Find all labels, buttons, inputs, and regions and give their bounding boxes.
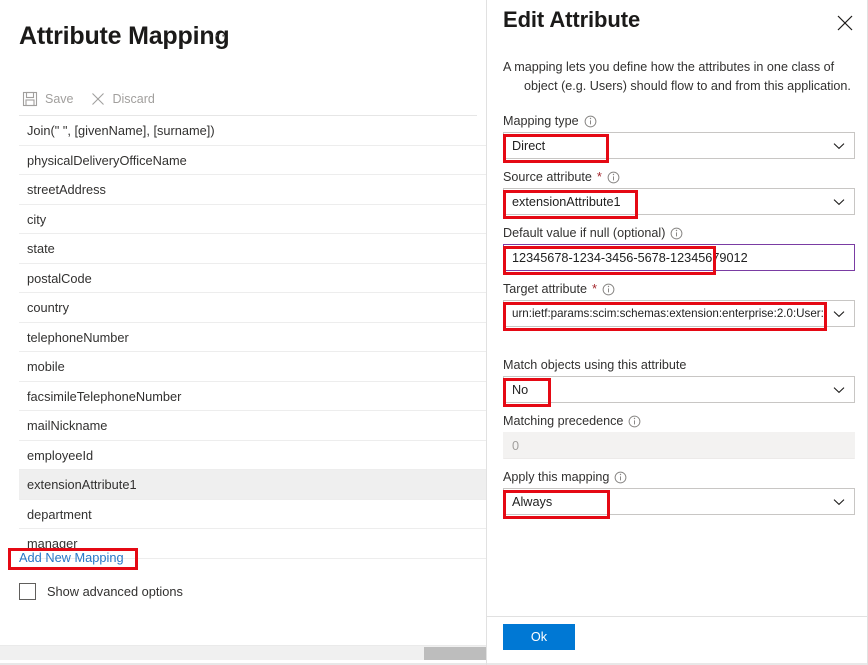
discard-button[interactable]: Discard (87, 88, 164, 110)
save-button-label: Save (45, 92, 74, 106)
info-icon[interactable] (614, 471, 627, 484)
save-button[interactable]: Save (19, 88, 83, 110)
toolbar: Save Discard (19, 88, 164, 110)
list-item[interactable]: Join(" ", [givenName], [surname]) (19, 116, 487, 146)
edit-attribute-title: Edit Attribute (503, 7, 641, 32)
info-icon[interactable] (584, 115, 597, 128)
field-default-value: Default value if null (optional) 1234567… (503, 226, 855, 275)
source-attribute-value: extensionAttribute1 (512, 194, 621, 209)
list-item[interactable]: mailNickname (19, 411, 487, 441)
field-source-attribute-label-text: Source attribute (503, 170, 592, 184)
field-matching-precedence-label: Matching precedence (503, 414, 855, 428)
field-matching-precedence: Matching precedence 0 (503, 414, 855, 459)
chevron-down-icon[interactable] (824, 377, 854, 402)
edit-attribute-panel: Edit Attribute A mapping lets you define… (487, 0, 868, 665)
source-attribute-dropdown[interactable]: extensionAttribute1 (503, 188, 855, 215)
match-objects-dropdown[interactable]: No (503, 376, 855, 403)
info-icon[interactable] (607, 171, 620, 184)
add-new-mapping-wrapper: Add New Mapping (8, 548, 138, 570)
list-item[interactable]: state (19, 234, 487, 264)
chevron-down-icon[interactable] (824, 489, 854, 514)
panel-description: A mapping lets you define how the attrib… (503, 58, 855, 96)
field-target-attribute-label: Target attribute * (503, 282, 855, 296)
chevron-down-icon[interactable] (824, 301, 854, 326)
horizontal-scrollbar[interactable] (0, 645, 487, 660)
list-item[interactable]: facsimileTelephoneNumber (19, 382, 487, 411)
default-value-input[interactable]: 12345678-1234-3456-5678-12345679012 (503, 244, 855, 271)
field-source-attribute: Source attribute * extensionAttribute1 (503, 170, 855, 219)
field-source-attribute-label: Source attribute * (503, 170, 855, 184)
show-advanced-options-label: Show advanced options (47, 584, 183, 599)
field-mapping-type: Mapping type Direct (503, 114, 855, 163)
apply-mapping-value: Always (512, 494, 553, 509)
panel-description-line-1: A mapping lets you define how the attrib… (503, 60, 835, 74)
default-value-text: 12345678-1234-3456-5678-12345679012 (512, 250, 748, 265)
ok-button[interactable]: Ok (503, 624, 575, 650)
list-item[interactable]: mobile (19, 352, 487, 382)
mapping-type-dropdown[interactable]: Direct (503, 132, 855, 159)
match-objects-value: No (512, 382, 529, 397)
field-apply-mapping-label-text: Apply this mapping (503, 470, 610, 484)
target-attribute-dropdown[interactable]: urn:ietf:params:scim:schemas:extension:e… (503, 300, 855, 327)
add-new-mapping-link[interactable]: Add New Mapping (19, 550, 124, 565)
show-advanced-options-checkbox[interactable] (19, 583, 36, 600)
attribute-mapping-screen: Attribute Mapping ··· Save Discard Join(… (0, 0, 868, 665)
field-target-attribute: Target attribute * urn:ietf:params:scim:… (503, 282, 855, 331)
horizontal-scrollbar-thumb[interactable] (424, 647, 486, 660)
form-spacer (503, 338, 855, 358)
chevron-down-icon[interactable] (824, 133, 854, 158)
chevron-down-icon[interactable] (824, 189, 854, 214)
list-item[interactable]: employeeId (19, 441, 487, 470)
matching-precedence-value: 0 (512, 438, 520, 453)
discard-button-label: Discard (112, 92, 155, 106)
list-item[interactable]: city (19, 205, 487, 234)
info-icon[interactable] (670, 227, 683, 240)
field-target-attribute-label-text: Target attribute (503, 282, 588, 296)
field-match-objects-label: Match objects using this attribute (503, 358, 855, 372)
close-x-icon (90, 91, 106, 107)
field-apply-mapping: Apply this mapping Always (503, 470, 855, 519)
panel-description-line-2: object (e.g. Users) should flow to and f… (524, 79, 851, 93)
more-options-ellipsis[interactable]: ··· (207, 26, 227, 43)
page-title: Attribute Mapping (19, 22, 230, 50)
required-asterisk: * (596, 169, 602, 184)
matching-precedence-input: 0 (503, 432, 855, 459)
list-item[interactable]: department (19, 500, 487, 529)
info-icon[interactable] (628, 415, 641, 428)
field-matching-precedence-label-text: Matching precedence (503, 414, 624, 428)
list-item[interactable]: telephoneNumber (19, 323, 487, 352)
field-mapping-type-label-text: Mapping type (503, 114, 579, 128)
list-item[interactable]: streetAddress (19, 175, 487, 205)
panel-footer-divider (487, 616, 868, 617)
field-match-objects-label-text: Match objects using this attribute (503, 358, 687, 372)
edit-attribute-form: Mapping type Direct Source attribute * e… (503, 114, 855, 526)
attribute-mapping-panel: Attribute Mapping ··· Save Discard Join(… (0, 0, 487, 665)
save-disk-icon (22, 91, 38, 107)
list-item[interactable]: physicalDeliveryOfficeName (19, 146, 487, 175)
required-asterisk: * (592, 281, 598, 296)
attribute-list: Join(" ", [givenName], [surname]) physic… (19, 116, 487, 559)
apply-mapping-dropdown[interactable]: Always (503, 488, 855, 515)
field-match-objects: Match objects using this attribute No (503, 358, 855, 407)
list-item[interactable]: postalCode (19, 264, 487, 293)
list-item-selected[interactable]: extensionAttribute1 (19, 470, 487, 500)
mapping-type-value: Direct (512, 138, 546, 153)
field-apply-mapping-label: Apply this mapping (503, 470, 855, 484)
list-item[interactable]: country (19, 293, 487, 323)
field-default-value-label: Default value if null (optional) (503, 226, 855, 240)
info-icon[interactable] (602, 283, 615, 296)
field-default-value-label-text: Default value if null (optional) (503, 226, 666, 240)
field-mapping-type-label: Mapping type (503, 114, 855, 128)
target-attribute-value: urn:ietf:params:scim:schemas:extension:e… (512, 307, 824, 320)
show-advanced-options-row[interactable]: Show advanced options (19, 583, 183, 600)
close-panel-button[interactable] (834, 12, 856, 34)
